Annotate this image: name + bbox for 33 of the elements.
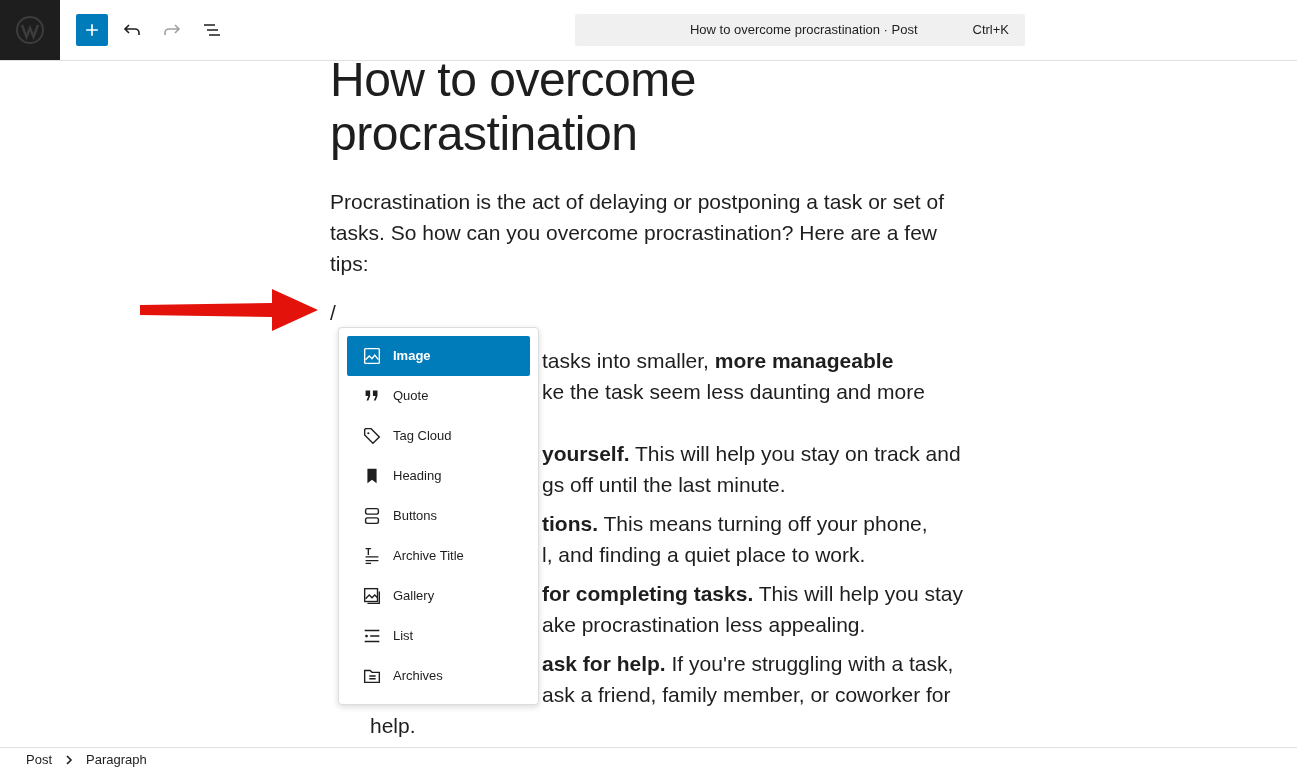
block-option[interactable]: Archives bbox=[347, 656, 530, 696]
breadcrumb-link[interactable]: Paragraph bbox=[86, 750, 147, 770]
list-text: tasks into smaller, more manageable bbox=[542, 348, 895, 374]
list-text: ask for help. If you're struggling with a task, bbox=[542, 651, 955, 677]
document-title: How to overcome procrastination · Post bbox=[688, 21, 919, 40]
list-text: ke the task seem less daunting and more bbox=[542, 379, 926, 405]
list-text: ask a friend, family member, or coworker for bbox=[542, 682, 952, 708]
chevron-icon bbox=[64, 755, 74, 765]
list-text: for completing tasks. This will help you stay bbox=[542, 581, 964, 607]
shortcut-hint: Ctrl+K bbox=[972, 21, 1009, 40]
image-icon bbox=[361, 345, 383, 367]
paragraph: Procrastination is the act of delaying or postponing a task or set of tasks. So how can you overcome procrastination? Here are a few tips: bbox=[330, 189, 945, 277]
block-option[interactable]: List bbox=[347, 616, 530, 656]
post-title: How to overcome procrastination bbox=[330, 61, 697, 161]
command-bar[interactable]: How to overcome procrastination · Post Ctrl+K bbox=[575, 14, 1025, 46]
block-option[interactable]: Tag Cloud bbox=[347, 416, 530, 456]
list-text: tions. This means turning off your phone, bbox=[542, 511, 929, 537]
slash-command: / bbox=[330, 301, 336, 324]
gallery-icon bbox=[361, 585, 383, 607]
list-text: yourself. This will help you stay on track and bbox=[542, 441, 962, 467]
block-option[interactable]: Image bbox=[347, 336, 530, 376]
tag-icon bbox=[361, 425, 383, 447]
add-block-button[interactable] bbox=[76, 14, 108, 46]
list-text: ake procrastination less appealing. bbox=[542, 612, 867, 638]
list-text: help. bbox=[370, 713, 417, 739]
list-text: gs off until the last minute. bbox=[542, 472, 787, 498]
breadcrumb-link[interactable]: Post bbox=[26, 750, 52, 770]
block-option[interactable]: Archive Title bbox=[347, 536, 530, 576]
block-option[interactable]: Buttons bbox=[347, 496, 530, 536]
block-option[interactable]: Quote bbox=[347, 376, 530, 416]
list-text: l, and finding a quiet place to work. bbox=[542, 542, 867, 568]
block-option[interactable]: Heading bbox=[347, 456, 530, 496]
block-option[interactable]: Gallery bbox=[347, 576, 530, 616]
